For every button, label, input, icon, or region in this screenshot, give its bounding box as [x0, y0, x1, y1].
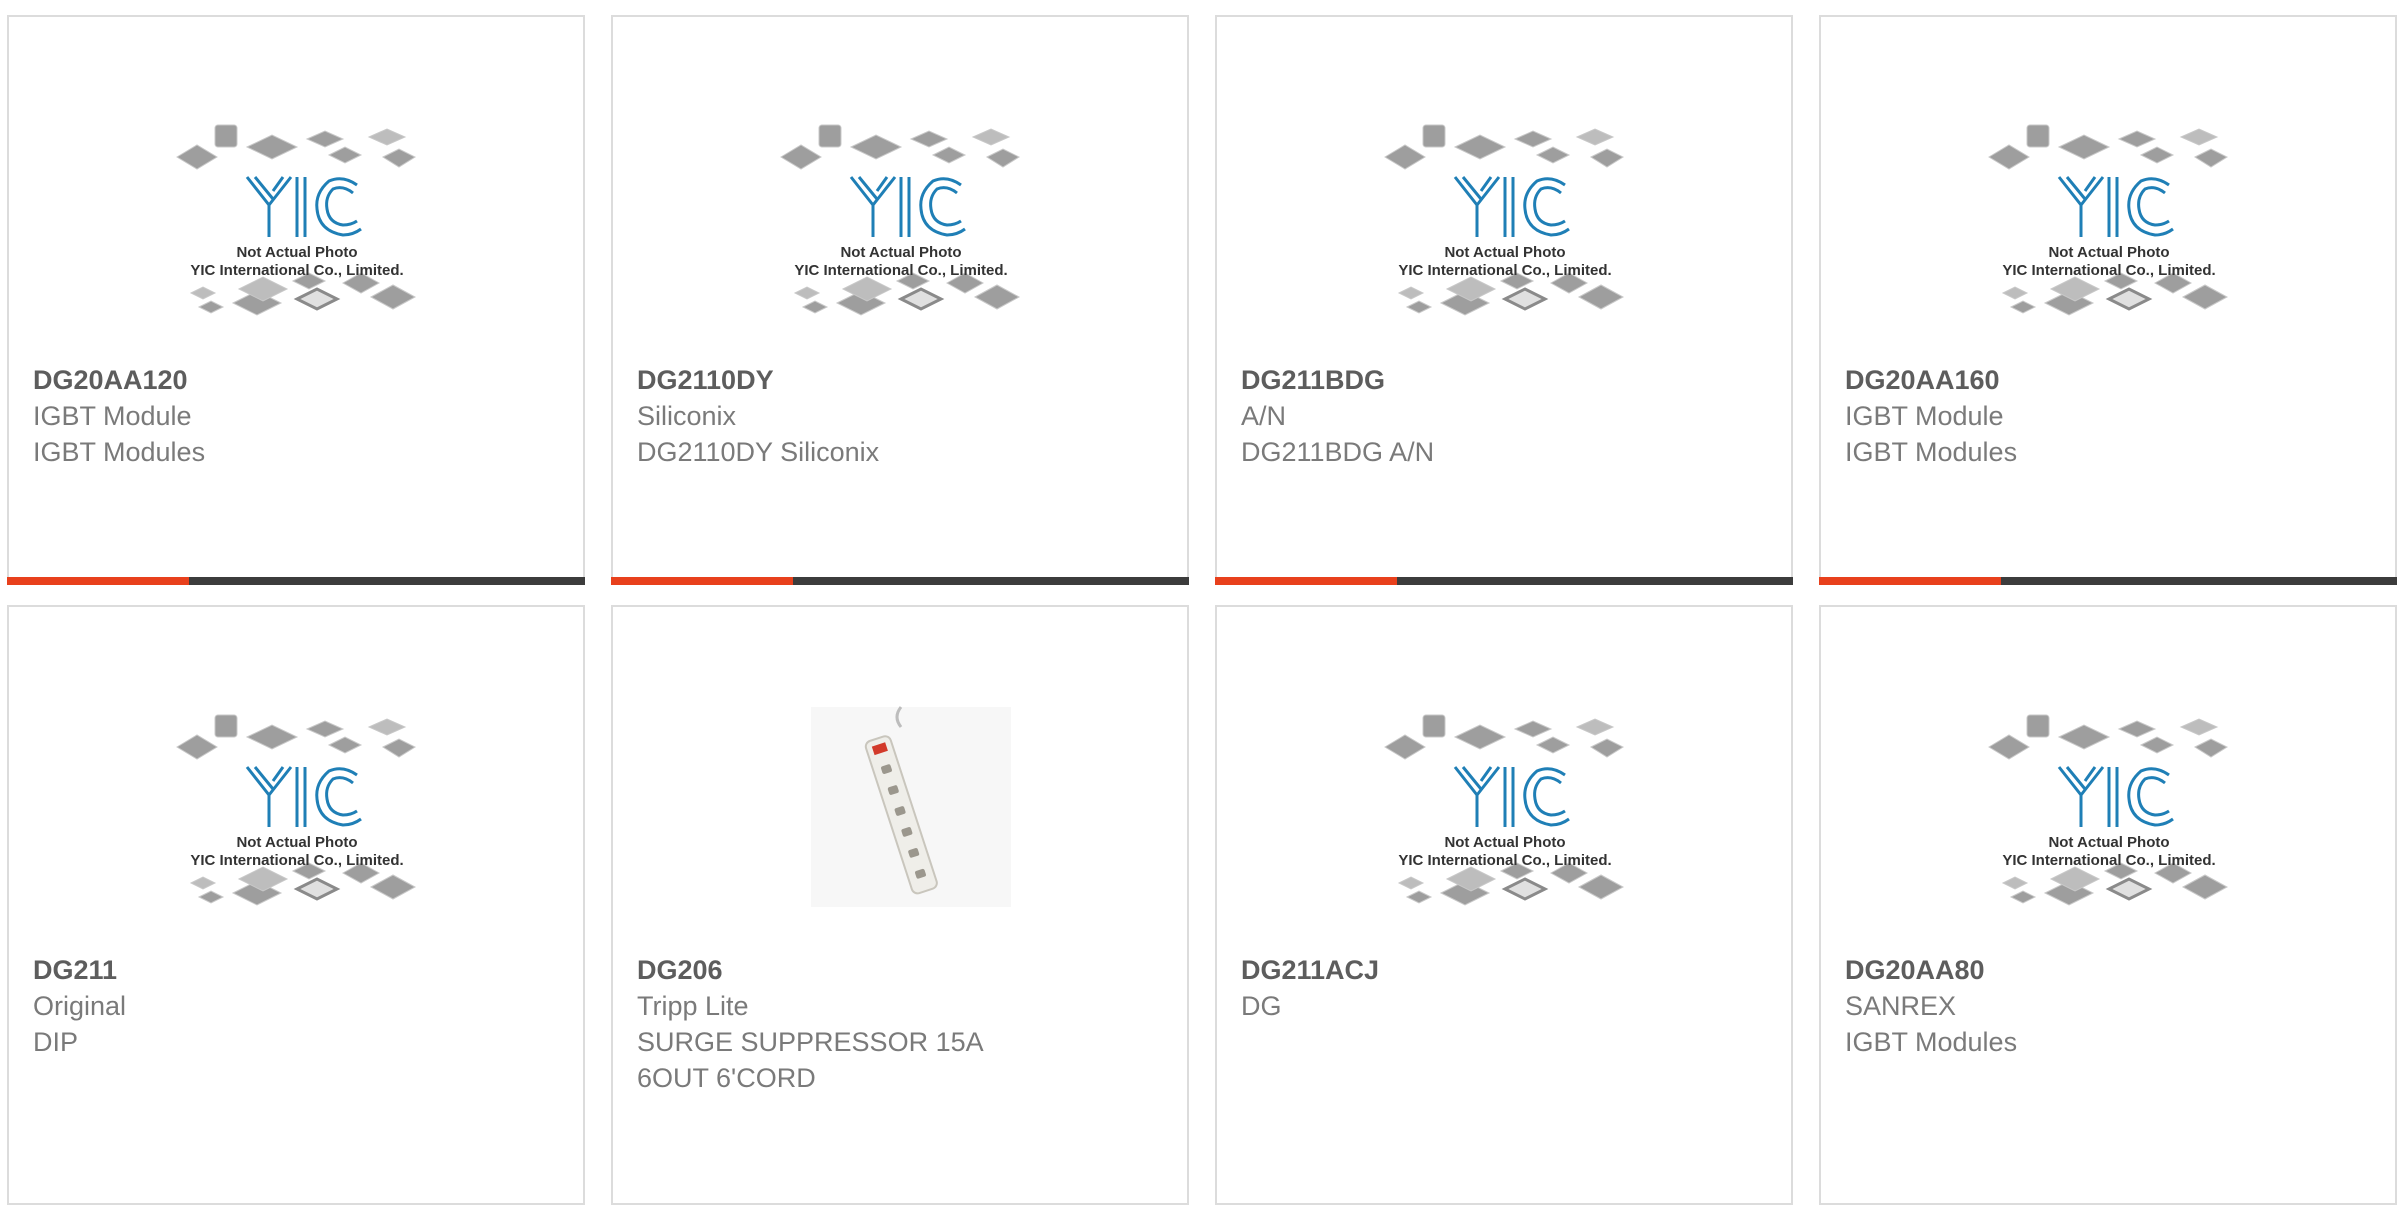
description-text: DG2110DY Siliconix — [637, 437, 880, 467]
manufacturer-text: SANREX — [1845, 991, 1957, 1021]
manufacturer-text: IGBT Module — [1845, 401, 2004, 431]
accent-segment — [611, 577, 793, 585]
product-info: DG20AA160 IGBT Module IGBT Modules — [1845, 362, 2375, 470]
part-number-link[interactable]: DG206 — [637, 952, 1167, 988]
product-info: DG20AA120 IGBT Module IGBT Modules — [33, 362, 563, 470]
product-grid: Not Actual Photo YIC International Co., … — [0, 0, 2400, 1205]
part-number-link[interactable]: DG2110DY — [637, 362, 1167, 398]
product-info: DG211 Original DIP — [33, 952, 563, 1060]
accent-segment — [1215, 577, 1397, 585]
not-actual-photo-image[interactable]: Not Actual Photo YIC International Co., … — [1355, 97, 1655, 337]
not-actual-photo-image[interactable]: Not Actual Photo YIC International Co., … — [1959, 97, 2259, 337]
not-actual-photo-image[interactable]: Not Actual Photo YIC International Co., … — [1355, 687, 1655, 927]
power-strip-photo[interactable] — [751, 687, 1051, 927]
svg-text:YIC International Co., Limited: YIC International Co., Limited. — [2002, 262, 2215, 279]
part-number-link[interactable]: DG211 — [33, 952, 563, 988]
svg-text:YIC International Co., Limited: YIC International Co., Limited. — [2002, 852, 2215, 869]
product-card[interactable]: Not Actual Photo YIC International Co., … — [7, 605, 585, 1205]
description-text: IGBT Modules — [1845, 1027, 2018, 1057]
product-card[interactable]: Not Actual Photo YIC International Co., … — [1819, 605, 2397, 1205]
product-card[interactable]: Not Actual Photo YIC International Co., … — [1215, 15, 1793, 585]
description-text: IGBT Modules — [33, 437, 206, 467]
manufacturer-text: Siliconix — [637, 401, 737, 431]
part-number-link[interactable]: DG211ACJ — [1241, 952, 1771, 988]
description-text: 6OUT 6'CORD — [637, 1063, 816, 1093]
not-actual-photo-image[interactable]: Not Actual Photo YIC International Co., … — [147, 97, 447, 337]
description-text: DG211BDG A/N — [1241, 437, 1435, 467]
svg-text:YIC International Co., Limited: YIC International Co., Limited. — [794, 262, 1007, 279]
product-info: DG211BDG A/N DG211BDG A/N — [1241, 362, 1771, 470]
svg-text:Not Actual Photo: Not Actual Photo — [2048, 244, 2169, 261]
part-number-link[interactable]: DG20AA120 — [33, 362, 563, 398]
manufacturer-text: Original — [33, 991, 127, 1021]
product-card[interactable]: Not Actual Photo YIC International Co., … — [1215, 605, 1793, 1205]
product-card[interactable]: Not Actual Photo YIC International Co., … — [1819, 15, 2397, 585]
svg-text:YIC International Co., Limited: YIC International Co., Limited. — [1398, 262, 1611, 279]
product-info: DG206 Tripp Lite SURGE SUPPRESSOR 15A 6OUT … — [637, 952, 1167, 1096]
manufacturer-text: A/N — [1241, 401, 1287, 431]
not-actual-photo-image[interactable]: Not Actual Photo YIC International Co., … — [1959, 687, 2259, 927]
product-info: DG20AA80 SANREX IGBT Modules — [1845, 952, 2375, 1060]
card-accent-bar — [7, 577, 585, 585]
svg-text:Not Actual Photo: Not Actual Photo — [2048, 834, 2169, 851]
manufacturer-text: DG — [1241, 991, 1282, 1021]
svg-text:YIC International Co., Limited: YIC International Co., Limited. — [190, 852, 403, 869]
card-accent-bar — [1215, 577, 1793, 585]
svg-text:Not Actual Photo: Not Actual Photo — [236, 244, 357, 261]
part-number-link[interactable]: DG20AA80 — [1845, 952, 2375, 988]
description-text: DIP — [33, 1027, 79, 1057]
product-card[interactable]: Not Actual Photo YIC International Co., … — [7, 15, 585, 585]
product-card[interactable]: Not Actual Photo YIC International Co., … — [611, 15, 1189, 585]
not-actual-photo-image[interactable]: Not Actual Photo YIC International Co., … — [147, 687, 447, 927]
part-number-link[interactable]: DG211BDG — [1241, 362, 1771, 398]
svg-text:YIC International Co., Limited: YIC International Co., Limited. — [1398, 852, 1611, 869]
svg-text:Not Actual Photo: Not Actual Photo — [236, 834, 357, 851]
svg-text:Not Actual Photo: Not Actual Photo — [840, 244, 961, 261]
accent-segment — [1819, 577, 2001, 585]
product-info: DG211ACJ DG — [1241, 952, 1771, 1024]
description-text: IGBT Modules — [1845, 437, 2018, 467]
description-text: SURGE SUPPRESSOR 15A — [637, 1027, 984, 1057]
product-info: DG2110DY Siliconix DG2110DY Siliconix — [637, 362, 1167, 470]
accent-segment — [7, 577, 189, 585]
svg-text:YIC International Co., Limited: YIC International Co., Limited. — [190, 262, 403, 279]
card-accent-bar — [611, 577, 1189, 585]
not-actual-photo-image[interactable]: Not Actual Photo YIC International Co., … — [751, 97, 1051, 337]
svg-text:Not Actual Photo: Not Actual Photo — [1444, 834, 1565, 851]
svg-text:Not Actual Photo: Not Actual Photo — [1444, 244, 1565, 261]
manufacturer-text: IGBT Module — [33, 401, 192, 431]
product-card[interactable]: DG206 Tripp Lite SURGE SUPPRESSOR 15A 6OUT … — [611, 605, 1189, 1205]
card-accent-bar — [1819, 577, 2397, 585]
manufacturer-text: Tripp Lite — [637, 991, 749, 1021]
part-number-link[interactable]: DG20AA160 — [1845, 362, 2375, 398]
